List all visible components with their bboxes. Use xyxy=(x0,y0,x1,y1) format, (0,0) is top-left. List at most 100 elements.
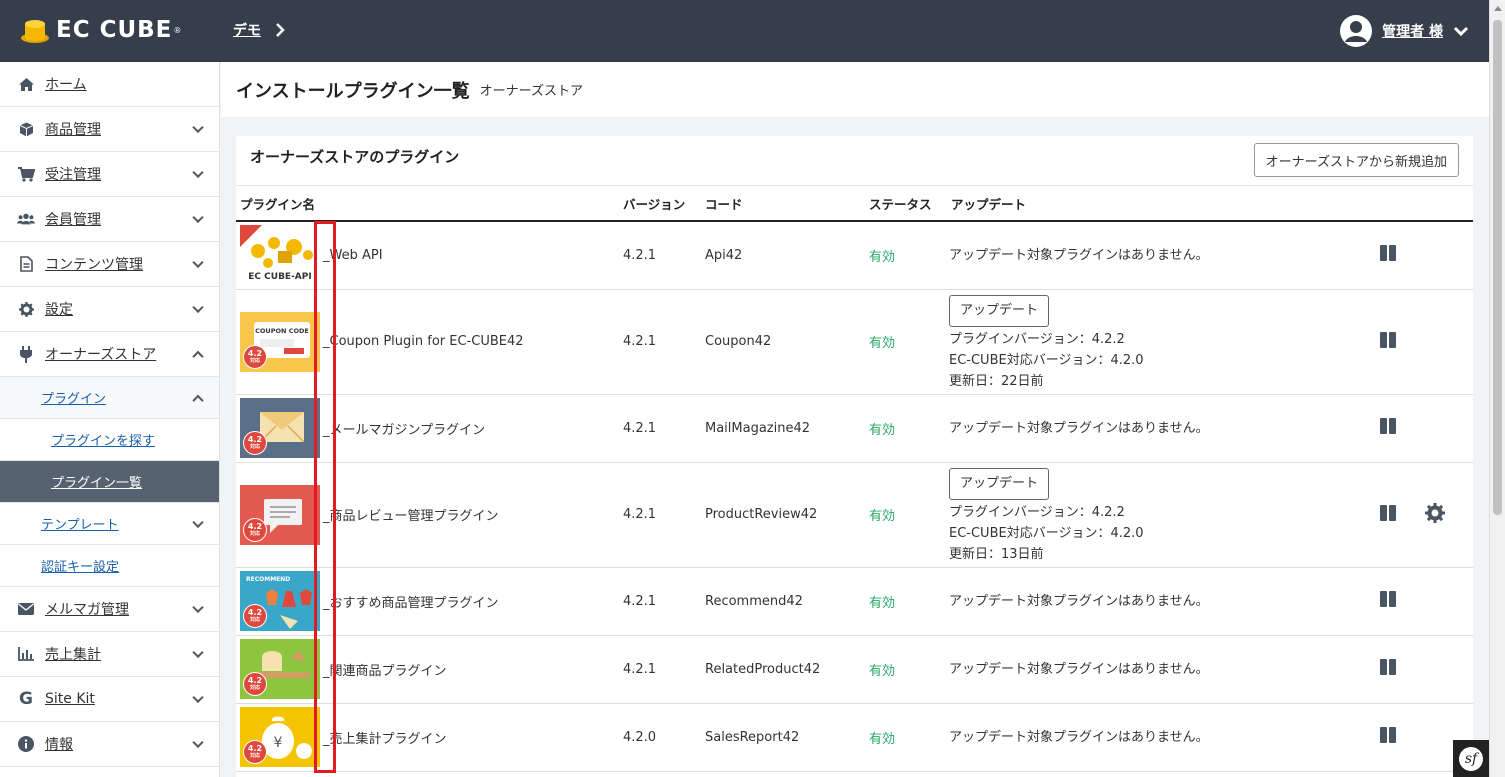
version-badge: 4.2 対応 xyxy=(243,344,267,369)
sidebar-nav: ホーム 商品管理 受注管理 会員管理 コンテンツ管理 設定 オーナーズストア プ… xyxy=(0,62,220,777)
page-title: インストールプラグイン一覧 xyxy=(236,80,470,102)
sidebar-item-products[interactable]: 商品管理 xyxy=(0,107,219,152)
sidebar-item-contents[interactable]: コンテンツ管理 xyxy=(0,242,219,287)
plugin-code: RelatedProduct42 xyxy=(701,635,865,704)
sidebar-item-label: 会員管理 xyxy=(45,212,101,228)
disable-pause-icon[interactable] xyxy=(1379,244,1397,262)
chevron-down-icon xyxy=(192,166,204,179)
update-info: アップデート対象プラグインはありません。 xyxy=(947,567,1351,636)
shop-name: デモ xyxy=(233,23,261,39)
chevron-down-icon xyxy=(192,301,204,314)
disable-pause-icon[interactable] xyxy=(1379,331,1397,349)
disable-pause-icon[interactable] xyxy=(1379,504,1397,522)
plugin-version: 4.2.1 xyxy=(619,462,701,568)
plugin-thumbnail: RECOMMEND 4.2 対応 xyxy=(240,571,320,631)
add-from-store-button[interactable]: オーナーズストアから新規追加 xyxy=(1253,143,1459,177)
plugin-code: SalesReport42 xyxy=(701,703,865,772)
plugin-name: _売上集計プラグイン xyxy=(323,731,447,747)
plug-icon xyxy=(17,345,35,363)
update-info: アップデート対象プラグインはありません。 xyxy=(947,703,1351,772)
cube-logo-icon xyxy=(21,20,49,43)
thumbnail-text: COUPON CODE xyxy=(255,327,309,335)
top-header: EC CUBE ® デモ 管理者 様 xyxy=(0,0,1489,62)
column-header-actions xyxy=(1351,186,1421,222)
chevron-down-icon xyxy=(192,516,204,528)
scrollbar-thumb[interactable] xyxy=(1493,20,1502,515)
sidebar-subitem-plugin[interactable]: プラグイン xyxy=(0,377,219,419)
plugin-code: Api42 xyxy=(701,221,865,290)
update-info: アップデート対象プラグインはありません。 xyxy=(947,394,1351,463)
sidebar-item-label: ホーム xyxy=(45,77,87,93)
table-row: RECOMMEND 4.2 対応 _おすすめ商品管理プラグイン 4.2.1 Rec… xyxy=(236,567,1473,636)
cart-icon xyxy=(17,165,35,183)
disable-pause-icon[interactable] xyxy=(1379,590,1397,608)
table-row: 4.2 対応 _商品レビュー管理プラグイン 4.2.1 ProductReview… xyxy=(236,462,1473,568)
sidebar-item-owners-store[interactable]: オーナーズストア xyxy=(0,332,219,377)
plugin-thumbnail: EC CUBE-API xyxy=(240,225,320,286)
chevron-down-icon xyxy=(192,601,204,614)
update-button[interactable]: アップデート xyxy=(949,295,1050,327)
sidebar-item-home[interactable]: ホーム xyxy=(0,62,219,107)
plugin-name: _Coupon Plugin for EC-CUBE42 xyxy=(323,334,524,349)
sidebar-subitem-plugin-list[interactable]: プラグイン一覧 xyxy=(0,461,219,503)
file-icon xyxy=(17,255,35,273)
sidebar-subitem-label: プラグインを探す xyxy=(51,434,156,449)
version-badge: 4.2 対応 xyxy=(243,431,267,455)
sidebar-subitem-template[interactable]: テンプレート xyxy=(0,503,219,545)
plugin-version: 4.2.1 xyxy=(619,635,701,704)
version-badge: 4.2 対応 xyxy=(243,672,267,696)
disable-pause-icon[interactable] xyxy=(1379,417,1397,435)
cube-icon xyxy=(17,120,35,138)
sidebar-subitem-auth-key[interactable]: 認証キー設定 xyxy=(0,545,219,587)
scroll-up-arrow-icon[interactable] xyxy=(1494,6,1502,11)
sidebar-item-sales[interactable]: 売上集計 xyxy=(0,632,219,677)
column-header-status: ステータス xyxy=(865,186,947,222)
plugin-table: プラグイン名 バージョン コード ステータス アップデート EC CUBE-AP… xyxy=(236,186,1473,772)
sidebar-item-label: 商品管理 xyxy=(45,122,101,138)
chevron-down-icon xyxy=(192,121,204,134)
update-button[interactable]: アップデート xyxy=(949,468,1050,500)
column-header-name: プラグイン名 xyxy=(236,186,619,222)
sidebar-item-label: 売上集計 xyxy=(45,647,101,663)
eccube-version-info: EC-CUBE対応バージョン：4.2.0 xyxy=(949,526,1144,541)
disable-pause-icon[interactable] xyxy=(1379,726,1397,744)
plugin-list-card: オーナーズストアのプラグイン オーナーズストアから新規追加 プラグイン名 バージ… xyxy=(236,136,1473,777)
sidebar-item-settings[interactable]: 設定 xyxy=(0,287,219,332)
gear-icon[interactable] xyxy=(1425,502,1445,523)
update-info: アップデート対象プラグインはありません。 xyxy=(947,221,1351,290)
highlight-annotation-box xyxy=(314,221,336,773)
plugin-version: 4.2.1 xyxy=(619,221,701,290)
updated-date: 更新日：13日前 xyxy=(949,547,1044,562)
shop-link[interactable]: デモ xyxy=(233,20,285,40)
sidebar-item-mailmagazine[interactable]: メルマガ管理 xyxy=(0,587,219,632)
card-header: オーナーズストアのプラグイン オーナーズストアから新規追加 xyxy=(236,136,1473,186)
table-row: ¥ 4.2 対応 _売上集計プラグイン 4.2.0 SalesReport42 有… xyxy=(236,703,1473,772)
chevron-down-icon xyxy=(192,256,204,269)
info-icon xyxy=(17,735,35,753)
update-info: アップデート対象プラグインはありません。 xyxy=(947,635,1351,704)
google-icon: G xyxy=(19,689,33,709)
sidebar-item-info[interactable]: 情報 xyxy=(0,722,219,767)
plugin-version-info: プラグインバージョン：4.2.2 xyxy=(949,332,1125,347)
symfony-toolbar-toggle[interactable]: sf xyxy=(1453,740,1489,777)
user-menu[interactable]: 管理者 様 xyxy=(1340,15,1469,47)
plugin-code: Coupon42 xyxy=(701,289,865,395)
user-name: 管理者 様 xyxy=(1382,24,1443,40)
sidebar-item-sitekit[interactable]: G Site Kit xyxy=(0,677,219,722)
plugin-version: 4.2.1 xyxy=(619,289,701,395)
sidebar-item-customers[interactable]: 会員管理 xyxy=(0,197,219,242)
eccube-logo[interactable]: EC CUBE ® xyxy=(20,16,181,44)
status-badge: 有効 xyxy=(865,289,947,395)
sidebar-subitem-find-plugin[interactable]: プラグインを探す xyxy=(0,419,219,461)
thumbnail-text: RECOMMEND xyxy=(246,576,290,583)
vertical-scrollbar[interactable] xyxy=(1489,0,1505,777)
sidebar-item-label: 設定 xyxy=(45,302,73,318)
plugin-thumbnail: 4.2 対応 xyxy=(240,639,320,699)
plugin-code: Recommend42 xyxy=(701,567,865,636)
column-header-code: コード xyxy=(701,186,865,222)
disable-pause-icon[interactable] xyxy=(1379,658,1397,676)
sidebar-item-orders[interactable]: 受注管理 xyxy=(0,152,219,197)
table-row: 4.2 対応 _関連商品プラグイン 4.2.1 RelatedProduct42 … xyxy=(236,635,1473,704)
table-row: COUPON CODE 4.2 対応 _Coupon Plugin for EC-… xyxy=(236,289,1473,395)
sidebar-item-label: 受注管理 xyxy=(45,167,101,183)
